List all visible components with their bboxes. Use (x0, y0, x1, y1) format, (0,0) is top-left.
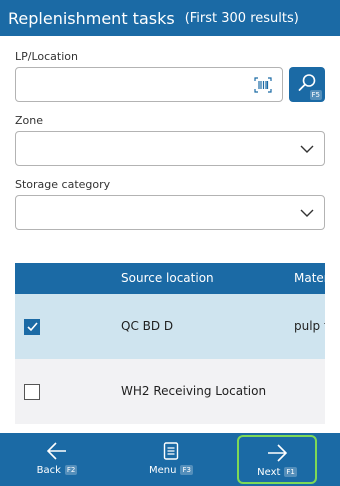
chevron-down-icon (300, 145, 314, 153)
back-shortcut-badge: F2 (64, 465, 78, 475)
back-label: Back (36, 465, 61, 476)
menu-label: Menu (149, 465, 177, 476)
row-checkbox[interactable] (24, 384, 40, 400)
footer-bar: Back F2 Menu F3 Next F1 (0, 433, 340, 486)
page-subtitle: (First 300 results) (184, 10, 299, 26)
barcode-icon[interactable] (254, 77, 272, 93)
grid-header: Source location Mater (15, 263, 325, 294)
search-shortcut-badge: F5 (309, 90, 322, 100)
page-title: Replenishment tasks (8, 8, 175, 28)
lp-location-input[interactable] (15, 67, 283, 102)
app-header: Replenishment tasks (First 300 results) (0, 0, 340, 36)
back-button[interactable]: Back F2 (17, 433, 97, 486)
table-row[interactable]: WH2 Receiving Location (15, 359, 325, 424)
arrow-right-icon (268, 444, 287, 462)
zone-select[interactable] (15, 131, 325, 166)
zone-label: Zone (15, 114, 44, 127)
checkmark-icon (27, 322, 38, 332)
row-checkbox[interactable] (24, 319, 40, 335)
next-button[interactable]: Next F1 (237, 435, 317, 484)
chevron-down-icon (300, 209, 314, 217)
column-header-source-location[interactable]: Source location (121, 271, 214, 285)
lp-location-label: LP/Location (15, 50, 78, 63)
table-row[interactable]: QC BD D pulp t (15, 294, 325, 359)
menu-button[interactable]: Menu F3 (131, 433, 211, 486)
search-button[interactable]: F5 (289, 67, 325, 102)
storage-category-select[interactable] (15, 195, 325, 230)
storage-category-label: Storage category (15, 178, 111, 191)
material-cell: pulp t (294, 319, 325, 333)
tasks-grid: Source location Mater QC BD D pulp t WH2… (15, 263, 325, 425)
source-location-cell: WH2 Receiving Location (121, 384, 267, 398)
next-shortcut-badge: F1 (284, 467, 297, 477)
source-location-cell: QC BD D (121, 319, 174, 333)
arrow-left-icon (47, 442, 66, 460)
column-header-material[interactable]: Mater (294, 271, 325, 285)
next-label: Next (257, 467, 281, 478)
menu-shortcut-badge: F3 (180, 465, 193, 475)
menu-icon (163, 442, 179, 460)
